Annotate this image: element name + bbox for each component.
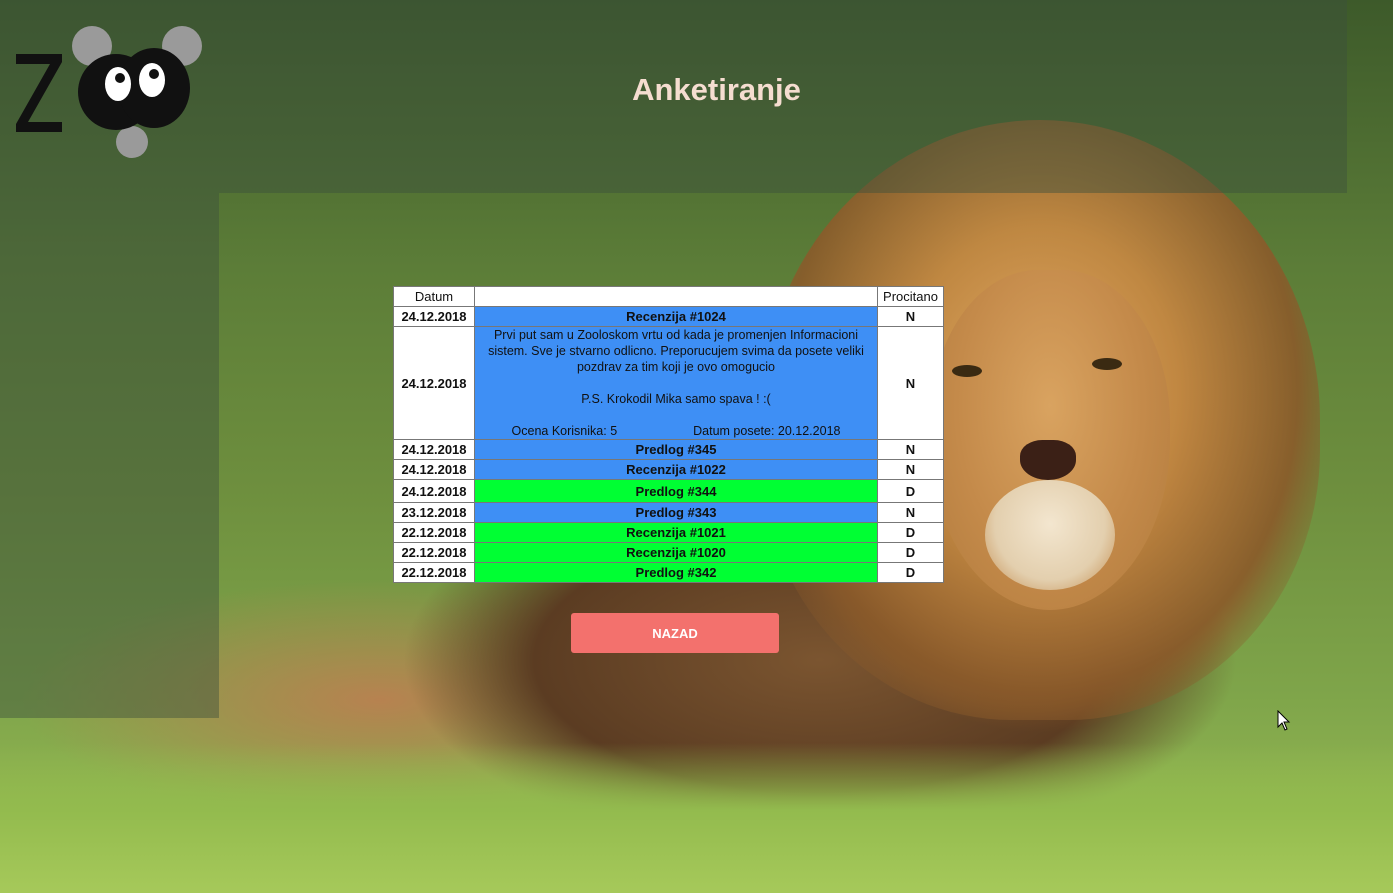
table-row[interactable]: 24.12.2018 Recenzija #1024 N xyxy=(393,306,944,327)
message-body: Prvi put sam u Zooloskom vrtu od kada je… xyxy=(474,326,878,440)
table-header-row: Datum Procitano xyxy=(393,286,944,307)
row-date: 22.12.2018 xyxy=(393,542,475,563)
visit-date-label: Datum posete: 20.12.2018 xyxy=(693,424,841,438)
page-title: Anketiranje xyxy=(632,72,801,107)
row-read-flag: D xyxy=(877,522,944,543)
row-date: 23.12.2018 xyxy=(393,502,475,523)
row-title[interactable]: Predlog #342 xyxy=(474,562,878,583)
row-read-flag: D xyxy=(877,542,944,563)
row-read-flag: N xyxy=(877,326,944,440)
lion-eye-right xyxy=(1092,358,1122,370)
row-read-flag: N xyxy=(877,502,944,523)
column-header-subject xyxy=(474,286,878,307)
row-title[interactable]: Recenzija #1024 xyxy=(474,306,878,327)
back-button[interactable]: NAZAD xyxy=(571,613,779,653)
table-row-expanded[interactable]: 24.12.2018 Prvi put sam u Zooloskom vrtu… xyxy=(393,326,944,440)
row-date: 22.12.2018 xyxy=(393,522,475,543)
lion-nose xyxy=(1020,440,1076,480)
row-title[interactable]: Predlog #344 xyxy=(474,479,878,503)
row-title[interactable]: Recenzija #1021 xyxy=(474,522,878,543)
row-read-flag: N xyxy=(877,439,944,460)
row-date: 24.12.2018 xyxy=(393,479,475,503)
row-title[interactable]: Predlog #343 xyxy=(474,502,878,523)
lion-muzzle xyxy=(985,480,1115,590)
column-header-date: Datum xyxy=(393,286,475,307)
table-row[interactable]: 22.12.2018 Predlog #342 D xyxy=(393,562,944,583)
mouse-cursor-icon xyxy=(1277,710,1291,731)
message-text: Prvi put sam u Zooloskom vrtu od kada je… xyxy=(488,328,864,374)
row-title[interactable]: Predlog #345 xyxy=(474,439,878,460)
row-read-flag: D xyxy=(877,562,944,583)
row-read-flag: N xyxy=(877,459,944,480)
row-date: 24.12.2018 xyxy=(393,439,475,460)
row-read-flag: D xyxy=(877,479,944,503)
row-read-flag: N xyxy=(877,306,944,327)
row-title[interactable]: Recenzija #1022 xyxy=(474,459,878,480)
rating-label: Ocena Korisnika: 5 xyxy=(511,424,618,438)
table-row[interactable]: 22.12.2018 Recenzija #1020 D xyxy=(393,542,944,563)
row-date: 24.12.2018 xyxy=(393,306,475,327)
table-row[interactable]: 24.12.2018 Recenzija #1022 N xyxy=(393,459,944,480)
table-row[interactable]: 24.12.2018 Predlog #344 D xyxy=(393,479,944,503)
table-row[interactable]: 22.12.2018 Recenzija #1021 D xyxy=(393,522,944,543)
row-date: 24.12.2018 xyxy=(393,326,475,440)
row-title[interactable]: Recenzija #1020 xyxy=(474,542,878,563)
messages-table: Datum Procitano 24.12.2018 Recenzija #10… xyxy=(393,286,944,583)
side-panel xyxy=(0,193,219,718)
grass xyxy=(0,743,1393,893)
column-header-read: Procitano xyxy=(877,286,944,307)
row-date: 22.12.2018 xyxy=(393,562,475,583)
table-row[interactable]: 23.12.2018 Predlog #343 N xyxy=(393,502,944,523)
row-date: 24.12.2018 xyxy=(393,459,475,480)
lion-eye-left xyxy=(952,365,982,377)
message-postscript: P.S. Krokodil Mika samo spava ! :( xyxy=(581,392,771,406)
table-row[interactable]: 24.12.2018 Predlog #345 N xyxy=(393,439,944,460)
